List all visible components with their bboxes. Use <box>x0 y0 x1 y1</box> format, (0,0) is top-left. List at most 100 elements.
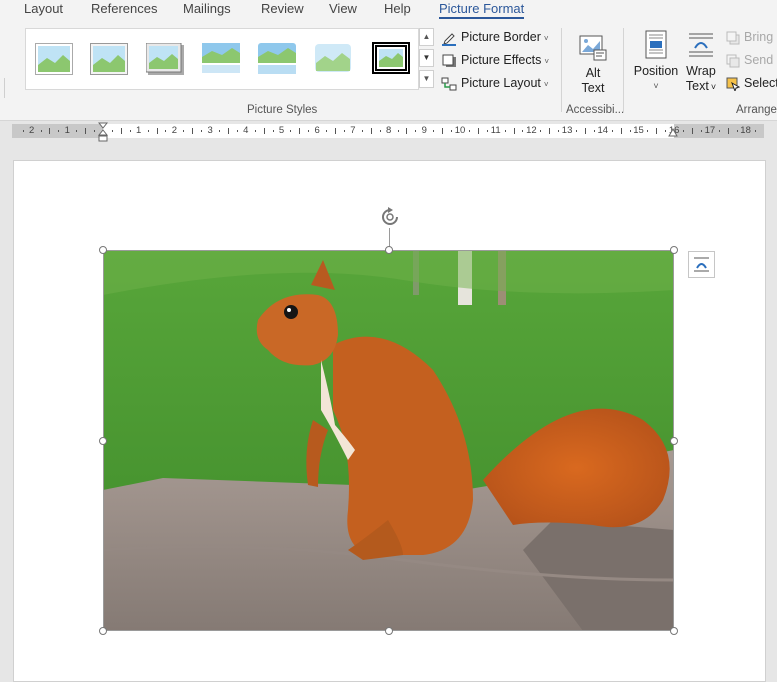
ruler-tick <box>647 130 649 132</box>
ruler-tick <box>486 130 488 132</box>
ruler-tick <box>406 128 408 134</box>
resize-handle-right[interactable] <box>670 437 678 445</box>
send-backward-button[interactable]: Send B <box>726 50 777 70</box>
ruler-label: 6 <box>314 125 320 136</box>
selection-pane-button[interactable]: Selectio <box>726 73 777 93</box>
ruler-label: 9 <box>421 125 427 136</box>
resize-handle-bottom-right[interactable] <box>670 627 678 635</box>
ruler-tick <box>727 128 729 134</box>
group-separator <box>623 28 624 112</box>
picture-effects-label: Picture Effects <box>461 53 542 67</box>
resize-handle-top-right[interactable] <box>670 246 678 254</box>
chevron-down-icon: ˅ <box>710 82 717 92</box>
resize-handle-top-left[interactable] <box>99 246 107 254</box>
ruler-tick <box>451 130 453 132</box>
ruler-tick <box>397 130 399 132</box>
tab-layout[interactable]: Layout <box>24 0 63 20</box>
alt-text-button[interactable]: Alt Text <box>570 32 616 96</box>
ruler-tick <box>718 130 720 132</box>
ruler-label: 15 <box>633 125 644 136</box>
style-thumb-simple-frame[interactable] <box>35 43 73 75</box>
wrap-text-button[interactable]: Wrap Text ˅ <box>681 30 721 95</box>
chevron-down-icon: ˅ <box>544 57 550 66</box>
tab-view[interactable]: View <box>329 0 357 20</box>
ruler-tick <box>156 128 158 134</box>
layout-options-button[interactable] <box>688 251 715 278</box>
position-label: Position <box>633 64 679 78</box>
ribbon: ▲ ▼ ▼ Picture Border ˅ Picture Effects ˅ P… <box>0 20 777 136</box>
ruler-label: 18 <box>740 125 751 136</box>
picture-layout-button[interactable]: Picture Layout ˅ <box>441 73 549 93</box>
resize-handle-top[interactable] <box>385 246 393 254</box>
indent-marker-icon[interactable] <box>98 122 108 142</box>
resize-handle-bottom-left[interactable] <box>99 627 107 635</box>
group-separator <box>561 28 562 112</box>
ruler-label: 17 <box>704 125 716 136</box>
resize-handle-bottom[interactable] <box>385 627 393 635</box>
ruler-tick <box>361 130 363 132</box>
tab-picture-format[interactable]: Picture Format <box>439 0 525 19</box>
ruler-label: 8 <box>385 125 392 136</box>
gallery-scroll-up-button[interactable]: ▲ <box>419 28 434 46</box>
ruler-label: 10 <box>454 125 466 136</box>
alt-text-label-line2: Text <box>581 81 605 95</box>
right-indent-marker-icon[interactable] <box>668 128 678 138</box>
bring-forward-button[interactable]: Bring F <box>726 27 777 47</box>
ruler-tick <box>736 130 738 132</box>
ruler-tick <box>219 130 221 132</box>
ruler-label: 2 <box>171 125 178 136</box>
gallery-scroll-down-button[interactable]: ▼ <box>419 49 434 67</box>
effects-icon <box>442 54 456 67</box>
ruler-tick <box>379 130 381 132</box>
wrap-text-label-line1: Wrap <box>686 64 716 78</box>
layout-options-icon <box>694 257 709 272</box>
ruler-tick <box>22 130 24 132</box>
style-thumb-soft-edge[interactable] <box>314 43 352 75</box>
style-thumb-reflected-rounded[interactable] <box>258 43 296 75</box>
gallery-more-button[interactable]: ▼ <box>419 70 434 88</box>
ruler-label: 5 <box>278 125 285 136</box>
ruler-tick <box>370 128 372 134</box>
position-button[interactable]: Position ˅ <box>630 30 682 94</box>
chevron-down-icon: ˅ <box>543 34 549 43</box>
style-thumb-soft-edge-frame[interactable] <box>90 43 128 75</box>
ruler-tick <box>94 130 96 132</box>
ruler-tick <box>183 130 185 132</box>
style-thumb-thick-black-frame[interactable] <box>372 42 410 74</box>
style-thumb-reflected[interactable] <box>202 43 240 75</box>
selection-pane-label: Selectio <box>744 76 777 90</box>
tab-help[interactable]: Help <box>384 0 411 20</box>
ruler-tick <box>326 130 328 132</box>
ribbon-left-edge <box>0 78 5 98</box>
horizontal-ruler: 21123456789101112131415161718 <box>12 122 764 142</box>
ruler-tick <box>433 130 435 132</box>
bring-forward-icon <box>726 31 740 45</box>
style-thumb-shadow-frame[interactable] <box>146 43 184 75</box>
ruler-label: 3 <box>207 125 213 136</box>
ruler-label: 7 <box>350 125 356 136</box>
resize-handle-left[interactable] <box>99 437 107 445</box>
position-icon <box>645 30 667 59</box>
ruler-label: 4 <box>243 125 249 136</box>
ruler-tick <box>540 130 542 132</box>
ruler-label: 1 <box>136 125 142 136</box>
tab-mailings[interactable]: Mailings <box>183 0 231 20</box>
picture-styles-group-label: Picture Styles <box>247 104 318 116</box>
ruler-tick <box>343 130 345 132</box>
wrap-text-label-line2: Text ˅ <box>685 79 717 93</box>
picture-border-button[interactable]: Picture Border ˅ <box>441 27 549 47</box>
tab-review[interactable]: Review <box>261 0 304 20</box>
squirrel-picture[interactable] <box>103 250 674 631</box>
ruler-label: 14 <box>597 125 609 136</box>
ruler-tick <box>442 128 444 134</box>
tab-references[interactable]: References <box>91 0 157 20</box>
ruler-tick <box>201 130 203 132</box>
picture-effects-button[interactable]: Picture Effects ˅ <box>441 50 549 70</box>
pencil-border-icon <box>442 32 456 46</box>
rotate-handle-icon[interactable] <box>378 205 402 229</box>
ruler-tick <box>415 130 417 132</box>
arrange-group-label: Arrange <box>736 104 777 116</box>
ruler-tick <box>111 130 113 132</box>
ruler-tick <box>576 130 578 132</box>
ruler-tick <box>76 130 78 132</box>
